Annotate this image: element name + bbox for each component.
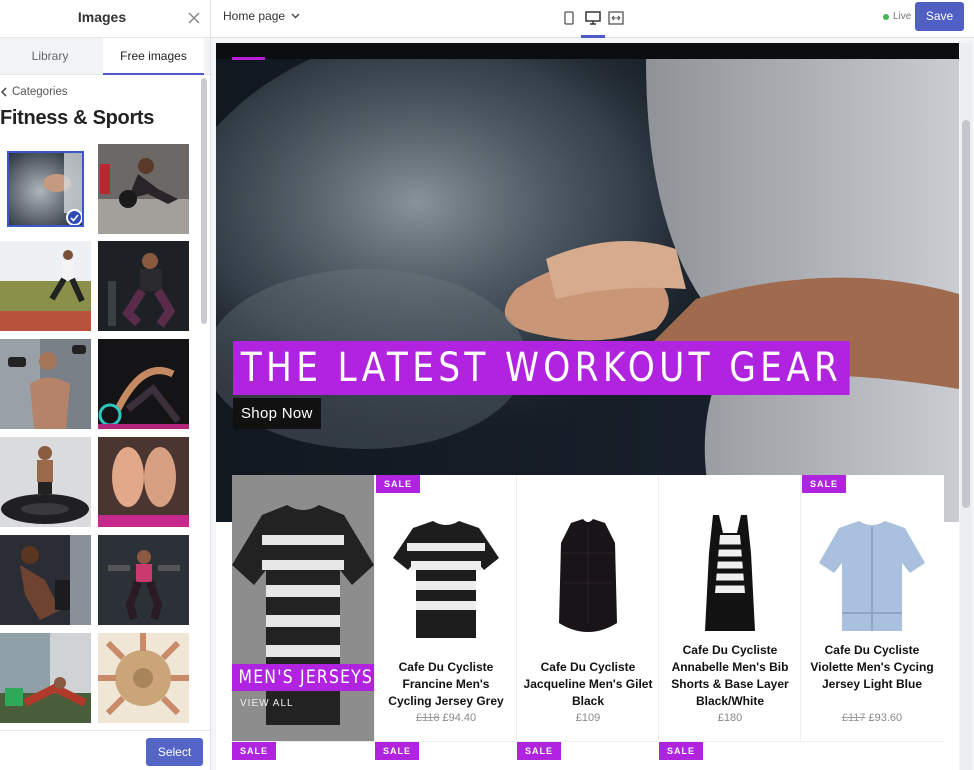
- image-grid: [0, 143, 200, 730]
- sale-price: £94.40: [442, 712, 477, 724]
- save-button[interactable]: Save: [915, 2, 964, 31]
- sale-price: £93.60: [868, 712, 903, 724]
- product-name: Cafe Du Cycliste Francine Men's Cycling …: [388, 660, 504, 708]
- image-thumbnail[interactable]: [0, 339, 91, 429]
- product-price: £118 £94.40: [381, 712, 511, 724]
- product-image: [393, 521, 499, 638]
- sale-badge: SALE: [659, 742, 704, 760]
- image-thumbnail[interactable]: [7, 151, 84, 227]
- editor-app: Images Library Free images Categories Fi…: [0, 0, 974, 770]
- fullwidth-view-icon[interactable]: [607, 9, 625, 27]
- sale-badge: SALE: [802, 475, 847, 493]
- chevron-down-icon: [291, 13, 300, 19]
- product-image: [559, 519, 617, 632]
- product-card[interactable]: Cafe Du Cycliste Jacqueline Men's Gilet …: [516, 475, 658, 741]
- sale-badge: SALE: [375, 742, 420, 760]
- image-source-tabs: Library Free images: [0, 38, 210, 75]
- page-preview: THE LATEST WORKOUT GEAR Shop Now MEN'S J…: [216, 43, 959, 770]
- panel-header: Images: [0, 0, 210, 38]
- select-button[interactable]: Select: [146, 738, 203, 766]
- sale-badge: SALE: [517, 742, 562, 760]
- hero-accent-bar: [232, 57, 265, 60]
- sale-badge: SALE: [376, 475, 421, 493]
- categories-back-label: Categories: [12, 86, 68, 98]
- original-price: £117: [841, 712, 866, 724]
- panel-scrollbar[interactable]: [201, 78, 207, 324]
- product-price-value: £180: [717, 712, 743, 724]
- sale-badge: SALE: [232, 742, 277, 760]
- image-thumbnail[interactable]: [98, 144, 189, 234]
- active-view-indicator: [581, 35, 605, 38]
- editor-toolbar: Home page Live Save: [211, 0, 974, 38]
- category-tile-mens-jerseys[interactable]: MEN'S JERSEYS VIEW ALL: [232, 475, 374, 741]
- panel-title: Images: [77, 9, 127, 25]
- page-selector[interactable]: Home page: [223, 9, 300, 23]
- live-status: Live: [883, 11, 911, 22]
- live-dot-icon: [883, 13, 889, 20]
- hero-banner: THE LATEST WORKOUT GEAR Shop Now: [216, 43, 959, 522]
- view-all-link[interactable]: VIEW ALL: [240, 698, 294, 709]
- row-divider: [232, 741, 944, 742]
- image-thumbnail[interactable]: [0, 633, 91, 723]
- image-thumbnail[interactable]: [98, 241, 189, 331]
- product-image: [705, 515, 755, 631]
- product-price: £117 £93.60: [807, 712, 937, 724]
- selected-check-icon: [66, 209, 82, 225]
- categories-back-link[interactable]: Categories: [0, 84, 68, 100]
- product-name: Cafe Du Cycliste Jacqueline Men's Gilet …: [523, 660, 653, 708]
- shop-now-button[interactable]: Shop Now: [233, 398, 321, 429]
- category-title: Fitness & Sports: [0, 107, 155, 129]
- product-price-value: £109: [575, 712, 601, 724]
- preview-scrollbar[interactable]: [962, 120, 970, 508]
- images-panel: Images Library Free images Categories Fi…: [0, 0, 211, 770]
- category-label: MEN'S JERSEYS: [232, 664, 374, 691]
- original-price: £118: [415, 712, 440, 724]
- hero-image: [216, 59, 959, 522]
- chevron-left-icon: [0, 87, 7, 97]
- product-image: [819, 521, 925, 631]
- product-price: £180: [665, 712, 795, 724]
- image-thumbnail[interactable]: [98, 339, 189, 429]
- product-card[interactable]: SALE Cafe Du Cycliste Violette Men's Cyc…: [800, 475, 942, 741]
- product-name: Cafe Du Cycliste Violette Men's Cycing J…: [810, 643, 934, 691]
- product-grid: MEN'S JERSEYS VIEW ALL SALE Cafe Du Cycl…: [232, 475, 944, 770]
- product-card[interactable]: SALE Cafe Du Cycliste Francine Men's Cyc…: [374, 475, 516, 741]
- image-thumbnail[interactable]: [98, 633, 189, 723]
- image-thumbnail[interactable]: [98, 437, 189, 527]
- image-thumbnail[interactable]: [0, 437, 91, 527]
- image-thumbnail[interactable]: [98, 535, 189, 625]
- mobile-view-icon[interactable]: [560, 9, 578, 27]
- image-thumbnail[interactable]: [0, 241, 91, 331]
- image-thumbnail[interactable]: [0, 535, 91, 625]
- close-icon[interactable]: [186, 10, 202, 26]
- desktop-view-icon[interactable]: [584, 9, 602, 27]
- product-price: £109: [523, 712, 653, 724]
- product-name: Cafe Du Cycliste Annabelle Men's Bib Sho…: [671, 643, 789, 708]
- hero-headline: THE LATEST WORKOUT GEAR: [233, 341, 850, 395]
- page-selector-label: Home page: [223, 9, 286, 23]
- product-card[interactable]: Cafe Du Cycliste Annabelle Men's Bib Sho…: [658, 475, 800, 741]
- live-label: Live: [893, 11, 912, 22]
- tab-library[interactable]: Library: [0, 38, 100, 75]
- tab-free-images[interactable]: Free images: [103, 38, 204, 75]
